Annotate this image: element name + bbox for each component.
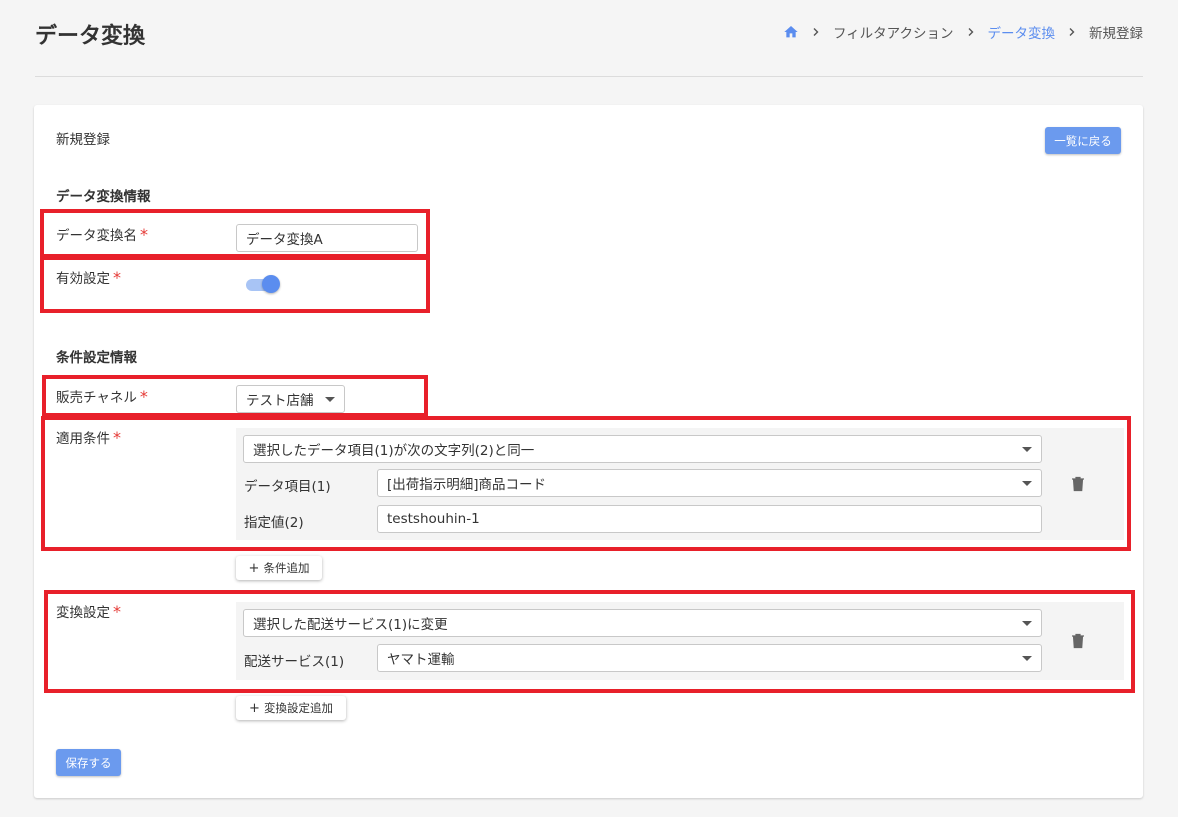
breadcrumb-item-data-conversion[interactable]: データ変換 <box>988 22 1056 42</box>
highlight-box-channel <box>42 375 428 417</box>
back-to-list-button[interactable]: 一覧に戻る <box>1045 127 1121 154</box>
plus-icon: + <box>248 560 260 576</box>
highlight-box-name <box>40 209 430 258</box>
add-condition-button[interactable]: + 条件追加 <box>236 556 322 580</box>
breadcrumb: フィルタアクション データ変換 新規登録 <box>783 22 1143 42</box>
header-divider <box>35 76 1143 77</box>
chevron-right-icon <box>811 27 821 37</box>
highlight-box-conversion <box>44 590 1135 693</box>
section-title-condition-info: 条件設定情報 <box>56 350 137 366</box>
highlight-box-enabled <box>40 256 430 313</box>
breadcrumb-item-current: 新規登録 <box>1089 26 1143 42</box>
page-title: データ変換 <box>35 24 146 49</box>
home-icon[interactable] <box>783 24 799 40</box>
section-title-conversion-info: データ変換情報 <box>56 189 151 205</box>
card-title: 新規登録 <box>56 132 110 148</box>
add-conversion-button[interactable]: + 変換設定追加 <box>236 696 346 720</box>
add-condition-label: 条件追加 <box>263 561 310 575</box>
chevron-right-icon <box>966 27 976 37</box>
save-button[interactable]: 保存する <box>56 749 121 776</box>
breadcrumb-item-filter-action[interactable]: フィルタアクション <box>833 22 954 42</box>
highlight-box-condition <box>41 416 1131 551</box>
plus-icon: + <box>249 700 260 716</box>
chevron-right-icon <box>1067 27 1077 37</box>
add-conversion-label: 変換設定追加 <box>263 701 333 715</box>
